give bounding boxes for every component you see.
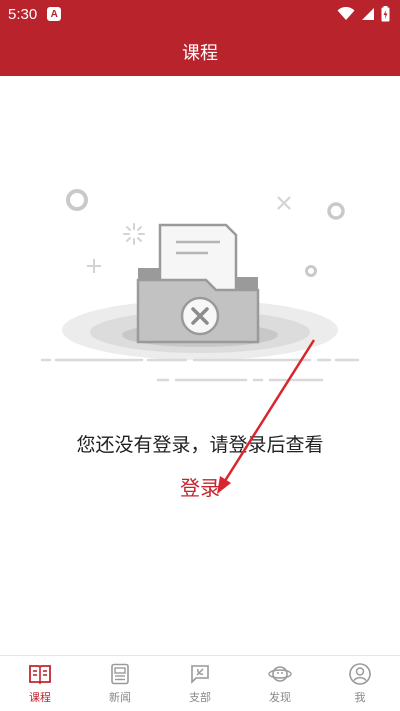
tab-label: 新闻 [109,691,131,704]
news-icon [111,663,129,685]
bottom-tab-bar: 课程 新闻 支部 发现 我 [0,655,400,711]
title-bar: 课程 [0,28,400,76]
status-time: 5:30 [8,5,38,23]
notification-app-icon: A [47,7,62,21]
tab-branch[interactable]: 支部 [160,662,240,705]
signal-icon [362,8,374,20]
tab-label: 我 [354,691,366,704]
wifi-icon [337,7,355,20]
page-title: 课程 [182,43,218,64]
tab-courses[interactable]: 课程 [0,662,80,705]
empty-folder-illustration [40,189,360,382]
battery-charging-icon [381,6,390,22]
planet-icon [268,666,292,682]
tab-discover[interactable]: 发现 [240,662,320,705]
tab-label: 课程 [29,691,51,704]
tab-news[interactable]: 新闻 [80,662,160,705]
tab-label: 发现 [269,691,291,704]
book-icon [29,665,51,685]
status-bar: 5:30 A [0,0,400,28]
login-button[interactable]: 登录 [170,472,230,501]
login-required-message: 您还没有登录，请登录后查看 [76,434,324,456]
tab-me[interactable]: 我 [320,662,400,705]
tab-label: 支部 [189,691,211,704]
user-icon [349,663,371,685]
party-flag-icon [191,665,209,684]
